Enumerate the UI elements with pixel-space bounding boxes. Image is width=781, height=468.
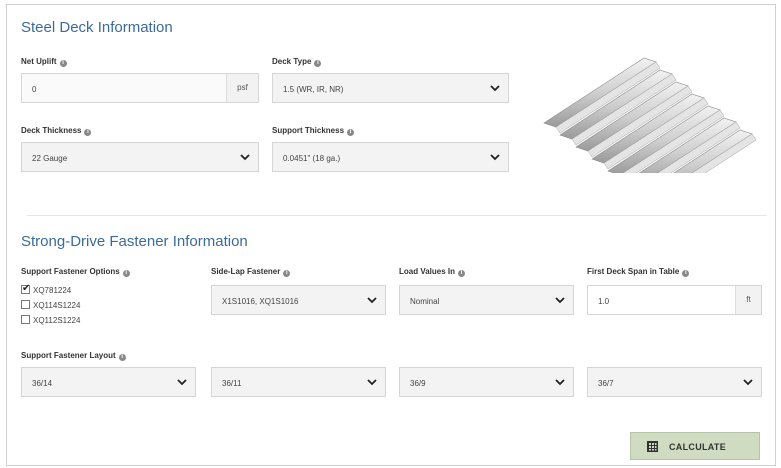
first-span-input[interactable]: 1.0 ft (587, 285, 762, 315)
first-span-label: First Deck Span in Table i (587, 267, 690, 277)
steel-deck-title: Steel Deck Information (21, 19, 173, 36)
support-fastener-options-label: Support Fastener Options i (21, 267, 130, 277)
info-icon[interactable]: i (84, 129, 92, 136)
fastener-title: Strong-Drive Fastener Information (21, 233, 248, 250)
deck-type-select[interactable]: 1.5 (WR, IR, NR) (272, 73, 509, 103)
checkbox-checked[interactable] (21, 283, 30, 294)
checkbox-xq781224[interactable]: XQ781224 (21, 283, 71, 295)
deck-type-label: Deck Type i (272, 57, 322, 67)
chevron-down-icon (490, 154, 500, 161)
checkbox-xq114s1224[interactable]: XQ114S1224 (21, 300, 80, 310)
layout-select-1[interactable]: 36/14 (21, 367, 196, 397)
layout-select-2[interactable]: 36/11 (211, 367, 386, 397)
info-icon[interactable]: i (347, 129, 355, 136)
chevron-down-icon (367, 379, 377, 386)
checkbox-unchecked[interactable] (21, 300, 30, 309)
chevron-down-icon (743, 379, 753, 386)
info-icon[interactable]: i (314, 60, 322, 67)
support-thickness-label: Support Thickness i (272, 126, 355, 136)
side-lap-label: Side-Lap Fastener i (211, 267, 291, 277)
net-uplift-unit: psf (226, 74, 258, 102)
section-divider (27, 215, 767, 216)
checkbox-xq112s1224[interactable]: XQ112S1224 (21, 315, 80, 325)
load-values-label: Load Values In i (399, 267, 466, 277)
calculate-button[interactable]: CALCULATE (630, 432, 760, 460)
calculate-label: CALCULATE (669, 442, 727, 452)
chevron-down-icon (555, 379, 565, 386)
chevron-down-icon (555, 297, 565, 304)
chevron-down-icon (177, 379, 187, 386)
info-icon[interactable]: i (283, 270, 291, 277)
support-thickness-select[interactable]: 0.0451" (18 ga.) (272, 142, 509, 172)
chevron-down-icon (240, 154, 250, 161)
chevron-down-icon (490, 85, 500, 92)
layout-select-3[interactable]: 36/9 (399, 367, 574, 397)
chevron-down-icon (367, 297, 377, 304)
info-icon[interactable]: i (682, 270, 690, 277)
info-icon[interactable]: i (59, 60, 67, 67)
net-uplift-input[interactable]: 0 psf (21, 73, 259, 103)
steel-deck-image (543, 57, 757, 173)
side-lap-select[interactable]: X1S1016, XQ1S1016 (211, 285, 386, 315)
net-uplift-label: Net Uplift i (21, 57, 67, 67)
checkbox-unchecked[interactable] (21, 315, 30, 324)
deck-thickness-label: Deck Thickness i (21, 126, 92, 136)
info-icon[interactable]: i (118, 354, 126, 361)
info-icon[interactable]: i (122, 270, 130, 277)
layout-select-4[interactable]: 36/7 (587, 367, 762, 397)
support-fastener-layout-label: Support Fastener Layout i (21, 351, 126, 361)
load-values-select[interactable]: Nominal (399, 285, 574, 315)
form-panel: Steel Deck Information Net Uplift i 0 psf… (6, 4, 776, 466)
calculator-icon (647, 441, 658, 452)
deck-thickness-select[interactable]: 22 Gauge (21, 142, 259, 172)
first-span-unit: ft (735, 286, 761, 314)
info-icon[interactable]: i (458, 270, 466, 277)
